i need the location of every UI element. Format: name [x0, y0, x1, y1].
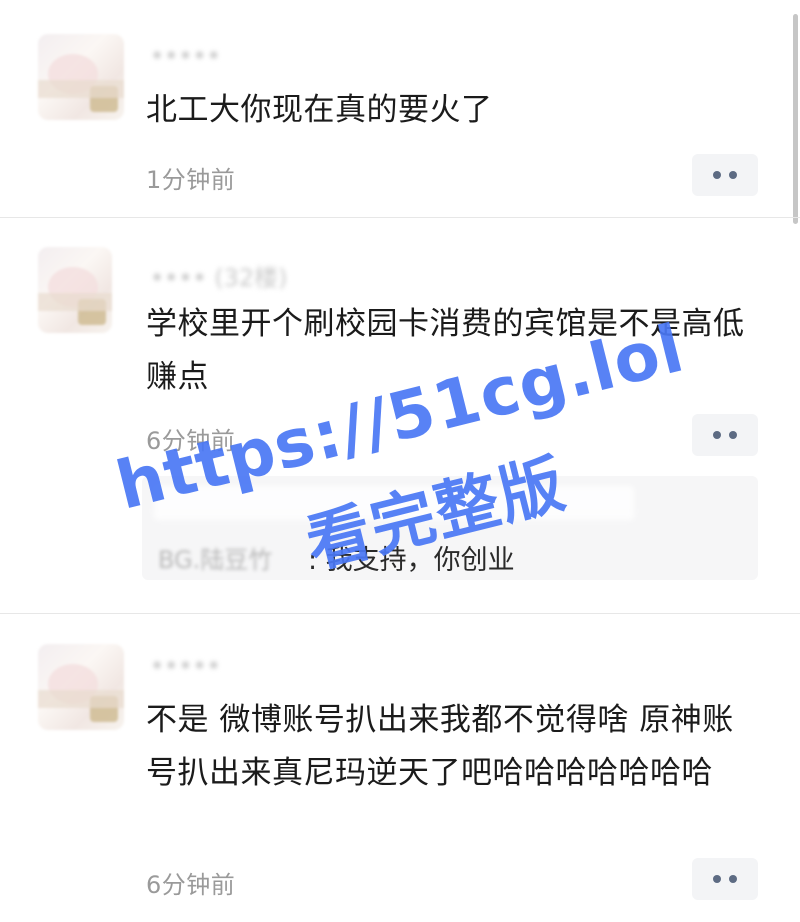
- dot-icon: [713, 875, 721, 883]
- comment-text: 学校里开个刷校园卡消费的宾馆是不是高低赚点: [146, 306, 745, 395]
- comment-time: 1分钟前: [146, 166, 236, 194]
- avatar[interactable]: [38, 644, 124, 730]
- comment-nickname[interactable]: •••••: [150, 42, 221, 70]
- reply-text: : 我支持，你创业: [308, 545, 515, 576]
- comment-nickname[interactable]: •••••: [150, 652, 221, 680]
- comment-text: 北工大你现在真的要火了: [146, 92, 493, 128]
- avatar[interactable]: [38, 247, 112, 333]
- scrollbar[interactable]: [793, 14, 798, 224]
- divider: [0, 613, 800, 614]
- dot-icon: [713, 431, 721, 439]
- divider: [0, 217, 800, 218]
- reply-box[interactable]: BG.陆豆竹 : 我支持，你创业: [142, 476, 758, 580]
- avatar[interactable]: [38, 34, 124, 120]
- dot-icon: [713, 171, 721, 179]
- more-options-button[interactable]: [692, 858, 758, 900]
- reply-author[interactable]: BG.陆豆竹: [158, 540, 272, 575]
- comment-nickname[interactable]: •••• (32楼): [150, 258, 288, 292]
- dot-icon: [729, 171, 737, 179]
- more-options-button[interactable]: [692, 414, 758, 456]
- dot-icon: [729, 875, 737, 883]
- comment-text: 不是 微博账号扒出来我都不觉得啥 原神账号扒出来真尼玛逆天了吧哈哈哈哈哈哈哈: [146, 702, 734, 791]
- comment-time: 6分钟前: [146, 871, 236, 899]
- more-options-button[interactable]: [692, 154, 758, 196]
- comment-time: 6分钟前: [146, 427, 236, 455]
- reply-blurred-row: [154, 486, 634, 520]
- dot-icon: [729, 431, 737, 439]
